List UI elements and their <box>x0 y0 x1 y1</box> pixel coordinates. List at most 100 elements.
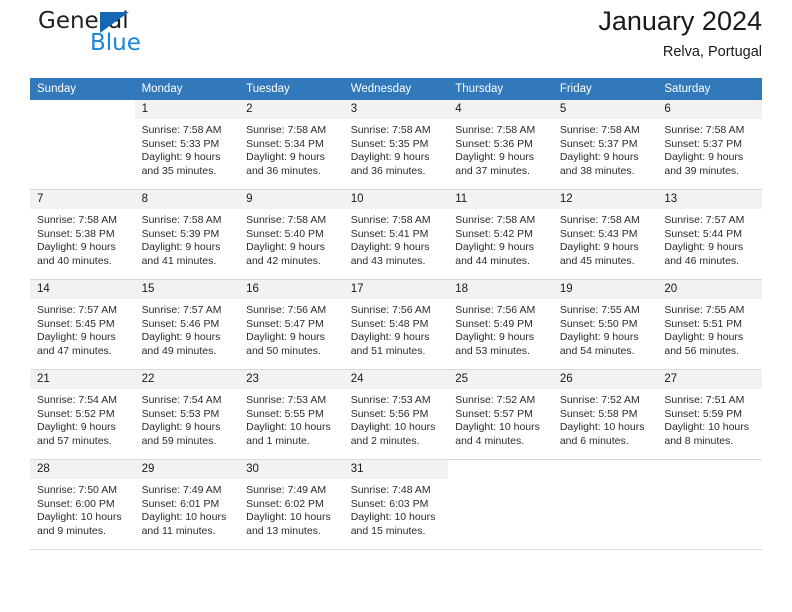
calendar-cell-day[interactable]: 4 Sunrise: 7:58 AM Sunset: 5:36 PM Daylight… <box>448 100 553 190</box>
day-info-sunset: Sunset: 5:36 PM <box>455 137 533 150</box>
day-number: 2 <box>239 100 344 119</box>
day-info-sunrise: Sunrise: 7:58 AM <box>350 124 431 136</box>
day-info-daylight2: and 9 minutes. <box>37 524 106 537</box>
day-info-sunrise: Sunrise: 7:58 AM <box>141 124 222 136</box>
day-info-sunrise: Sunrise: 7:51 AM <box>664 394 745 406</box>
day-info-daylight2: and 37 minutes. <box>455 164 530 177</box>
calendar-cell-day[interactable]: 6 Sunrise: 7:58 AM Sunset: 5:37 PM Daylight… <box>657 100 762 190</box>
calendar-cell-day[interactable]: 14 Sunrise: 7:57 AM Sunset: 5:45 PM Dayligh… <box>30 279 135 370</box>
generalblue-logo[interactable]: General Blue <box>30 8 230 66</box>
calendar-cell-day[interactable]: 20 Sunrise: 7:55 AM Sunset: 5:51 PM Dayligh… <box>657 279 762 370</box>
calendar-cell-day[interactable]: 23 Sunrise: 7:53 AM Sunset: 5:55 PM Dayligh… <box>239 369 344 460</box>
day-info-sunset: Sunset: 5:53 PM <box>141 407 220 420</box>
day-number: 4 <box>448 100 553 119</box>
day-sun-info: Sunrise: 7:50 AM Sunset: 6:00 PM Daylight:… <box>30 479 135 538</box>
day-number: 19 <box>552 280 658 299</box>
day-sun-info: Sunrise: 7:58 AM Sunset: 5:37 PM Daylight:… <box>657 119 762 178</box>
day-info-daylight1: Daylight: 10 hours <box>246 421 331 434</box>
day-sun-info: Sunrise: 7:58 AM Sunset: 5:42 PM Daylight:… <box>448 209 553 268</box>
day-info-sunset: Sunset: 5:49 PM <box>455 317 533 330</box>
day-number: 29 <box>134 460 240 479</box>
weekday-header-saturday: Saturday <box>657 78 762 100</box>
calendar-cell-day[interactable]: 11 Sunrise: 7:58 AM Sunset: 5:42 PM Dayligh… <box>448 189 553 280</box>
day-info-daylight1: Daylight: 10 hours <box>559 421 645 434</box>
weekday-header-monday: Monday <box>134 78 240 100</box>
calendar-cell-day[interactable]: 2 Sunrise: 7:58 AM Sunset: 5:34 PM Daylight… <box>239 100 344 190</box>
page-subtitle: Relva, Portugal <box>662 44 762 60</box>
day-info-daylight1: Daylight: 9 hours <box>664 331 744 344</box>
calendar-cell-empty <box>552 459 658 550</box>
day-info-sunrise: Sunrise: 7:55 AM <box>664 304 745 316</box>
day-info-sunset: Sunset: 6:01 PM <box>141 497 220 510</box>
calendar-cell-day[interactable]: 9 Sunrise: 7:58 AM Sunset: 5:40 PM Daylight… <box>239 189 344 280</box>
calendar-cell-day[interactable]: 27 Sunrise: 7:51 AM Sunset: 5:59 PM Dayligh… <box>657 369 762 460</box>
day-number: 9 <box>239 190 344 209</box>
day-number: 8 <box>134 190 240 209</box>
day-sun-info: Sunrise: 7:49 AM Sunset: 6:02 PM Daylight:… <box>239 479 344 538</box>
day-info-daylight1: Daylight: 9 hours <box>455 331 535 344</box>
calendar-cell-day[interactable]: 18 Sunrise: 7:56 AM Sunset: 5:49 PM Dayligh… <box>448 279 553 370</box>
calendar-cell-day[interactable]: 21 Sunrise: 7:54 AM Sunset: 5:52 PM Dayligh… <box>30 369 135 460</box>
day-sun-info: Sunrise: 7:57 AM Sunset: 5:44 PM Daylight:… <box>657 209 762 268</box>
calendar-cell-day[interactable]: 8 Sunrise: 7:58 AM Sunset: 5:39 PM Daylight… <box>134 189 240 280</box>
day-info-daylight1: Daylight: 9 hours <box>664 151 744 164</box>
day-info-sunset: Sunset: 5:33 PM <box>141 137 220 150</box>
day-info-daylight2: and 39 minutes. <box>664 164 740 177</box>
day-sun-info: Sunrise: 7:48 AM Sunset: 6:03 PM Daylight:… <box>344 479 449 538</box>
page-title: January 2024 <box>598 6 762 36</box>
calendar-cell-day[interactable]: 31 Sunrise: 7:48 AM Sunset: 6:03 PM Dayligh… <box>343 459 449 550</box>
calendar-cell-day[interactable]: 29 Sunrise: 7:49 AM Sunset: 6:01 PM Dayligh… <box>134 459 240 550</box>
day-sun-info: Sunrise: 7:58 AM Sunset: 5:37 PM Daylight:… <box>553 119 658 178</box>
weekday-header-thursday: Thursday <box>448 78 553 100</box>
day-sun-info: Sunrise: 7:58 AM Sunset: 5:38 PM Daylight:… <box>30 209 135 268</box>
weekday-header-friday: Friday <box>552 78 658 100</box>
calendar-cell-day[interactable]: 25 Sunrise: 7:52 AM Sunset: 5:57 PM Dayligh… <box>448 369 553 460</box>
day-info-sunset: Sunset: 6:00 PM <box>37 497 115 510</box>
day-info-daylight2: and 46 minutes. <box>664 254 740 267</box>
day-info-sunset: Sunset: 5:45 PM <box>37 317 115 330</box>
day-info-daylight2: and 47 minutes. <box>37 344 112 357</box>
day-info-sunset: Sunset: 5:35 PM <box>350 137 429 150</box>
calendar-cell-day[interactable]: 3 Sunrise: 7:58 AM Sunset: 5:35 PM Daylight… <box>343 100 449 190</box>
calendar-cell-day[interactable]: 19 Sunrise: 7:55 AM Sunset: 5:50 PM Dayligh… <box>552 279 658 370</box>
calendar-cell-day[interactable]: 28 Sunrise: 7:50 AM Sunset: 6:00 PM Dayligh… <box>30 459 135 550</box>
day-number: 20 <box>657 280 762 299</box>
day-info-daylight2: and 2 minutes. <box>350 434 420 447</box>
day-sun-info: Sunrise: 7:54 AM Sunset: 5:53 PM Daylight:… <box>135 389 240 448</box>
calendar-cell-day[interactable]: 16 Sunrise: 7:56 AM Sunset: 5:47 PM Dayligh… <box>239 279 344 370</box>
day-info-daylight2: and 4 minutes. <box>455 434 525 447</box>
day-info-sunset: Sunset: 5:56 PM <box>350 407 429 420</box>
calendar-cell-day[interactable]: 5 Sunrise: 7:58 AM Sunset: 5:37 PM Daylight… <box>552 100 658 190</box>
day-info-daylight1: Daylight: 9 hours <box>141 151 221 164</box>
logo-text-blue: Blue <box>90 30 141 56</box>
calendar-cell-day[interactable]: 30 Sunrise: 7:49 AM Sunset: 6:02 PM Dayligh… <box>239 459 344 550</box>
day-info-daylight1: Daylight: 9 hours <box>455 151 535 164</box>
day-sun-info: Sunrise: 7:56 AM Sunset: 5:49 PM Daylight:… <box>448 299 553 358</box>
day-number: 17 <box>343 280 449 299</box>
calendar-cell-day[interactable]: 24 Sunrise: 7:53 AM Sunset: 5:56 PM Dayligh… <box>343 369 449 460</box>
day-info-sunset: Sunset: 5:38 PM <box>37 227 115 240</box>
calendar-cell-day[interactable]: 12 Sunrise: 7:58 AM Sunset: 5:43 PM Dayligh… <box>552 189 658 280</box>
day-sun-info: Sunrise: 7:52 AM Sunset: 5:58 PM Daylight:… <box>553 389 658 448</box>
day-number: 11 <box>448 190 553 209</box>
day-info-sunrise: Sunrise: 7:56 AM <box>246 304 327 316</box>
day-info-daylight2: and 56 minutes. <box>664 344 740 357</box>
calendar-cell-day[interactable]: 13 Sunrise: 7:57 AM Sunset: 5:44 PM Dayligh… <box>657 189 762 280</box>
day-info-daylight1: Daylight: 9 hours <box>37 331 116 344</box>
calendar-cell-day[interactable]: 26 Sunrise: 7:52 AM Sunset: 5:58 PM Dayligh… <box>552 369 658 460</box>
calendar-cell-day[interactable]: 7 Sunrise: 7:58 AM Sunset: 5:38 PM Daylight… <box>30 189 135 280</box>
day-info-sunset: Sunset: 5:42 PM <box>455 227 533 240</box>
calendar-cell-day[interactable]: 17 Sunrise: 7:56 AM Sunset: 5:48 PM Dayligh… <box>343 279 449 370</box>
calendar-cell-day[interactable]: 15 Sunrise: 7:57 AM Sunset: 5:46 PM Dayligh… <box>134 279 240 370</box>
day-info-sunrise: Sunrise: 7:55 AM <box>559 304 640 316</box>
calendar-cell-day[interactable]: 1 Sunrise: 7:58 AM Sunset: 5:33 PM Daylight… <box>134 100 240 190</box>
day-info-daylight1: Daylight: 9 hours <box>559 151 639 164</box>
calendar-cell-day[interactable]: 22 Sunrise: 7:54 AM Sunset: 5:53 PM Dayligh… <box>134 369 240 460</box>
calendar-page: General Blue January 2024 Relva, Portuga… <box>0 0 792 612</box>
day-info-sunrise: Sunrise: 7:54 AM <box>37 394 117 406</box>
day-number: 22 <box>134 370 240 389</box>
day-info-daylight2: and 50 minutes. <box>246 344 321 357</box>
day-info-daylight2: and 13 minutes. <box>246 524 321 537</box>
day-info-daylight2: and 49 minutes. <box>141 344 217 357</box>
calendar-cell-day[interactable]: 10 Sunrise: 7:58 AM Sunset: 5:41 PM Dayligh… <box>343 189 449 280</box>
